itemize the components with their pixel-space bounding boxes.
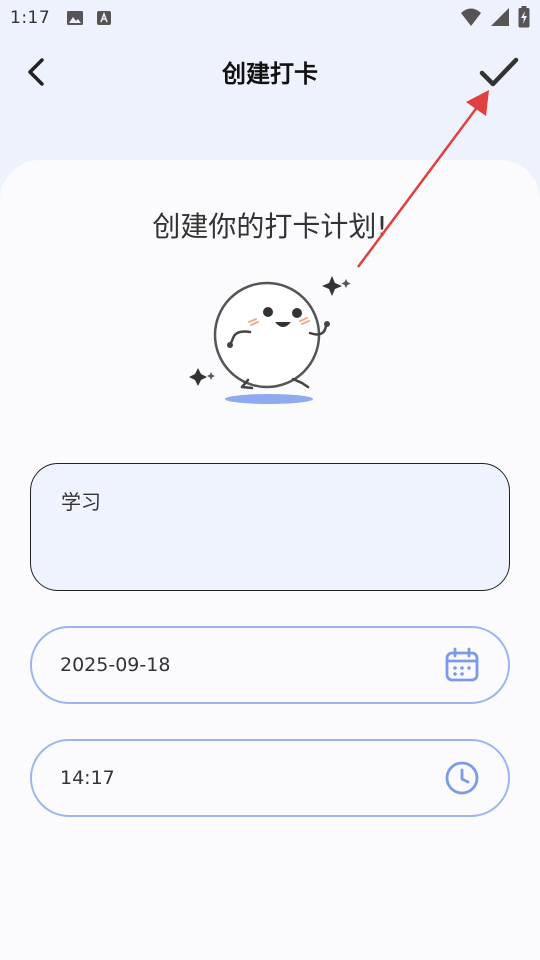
cellular-signal-icon — [491, 8, 509, 26]
checkmark-icon — [479, 57, 519, 87]
keyboard-notification-icon — [97, 11, 112, 25]
confirm-button[interactable] — [478, 52, 520, 92]
status-time: 1:17 — [10, 8, 51, 28]
date-picker-field[interactable]: 2025-09-18 — [30, 626, 510, 704]
date-value: 2025-09-18 — [60, 654, 171, 676]
gallery-notification-icon — [67, 11, 84, 25]
battery-icon — [518, 6, 530, 28]
wifi-icon — [461, 8, 481, 26]
page-title: 创建打卡 — [222, 60, 318, 88]
headline: 创建你的打卡计划! — [152, 210, 388, 243]
time-picker-field[interactable]: 14:17 — [30, 739, 510, 817]
content-input[interactable]: 学习 — [30, 463, 510, 591]
calendar-icon[interactable] — [444, 647, 480, 683]
clock-icon[interactable] — [444, 760, 480, 796]
app-bar: 创建打卡 — [0, 40, 540, 104]
status-bar: 1:17 — [0, 0, 540, 36]
time-value: 14:17 — [60, 767, 115, 789]
content-input-text: 学习 — [61, 490, 101, 514]
mascot-illustration — [189, 276, 351, 404]
